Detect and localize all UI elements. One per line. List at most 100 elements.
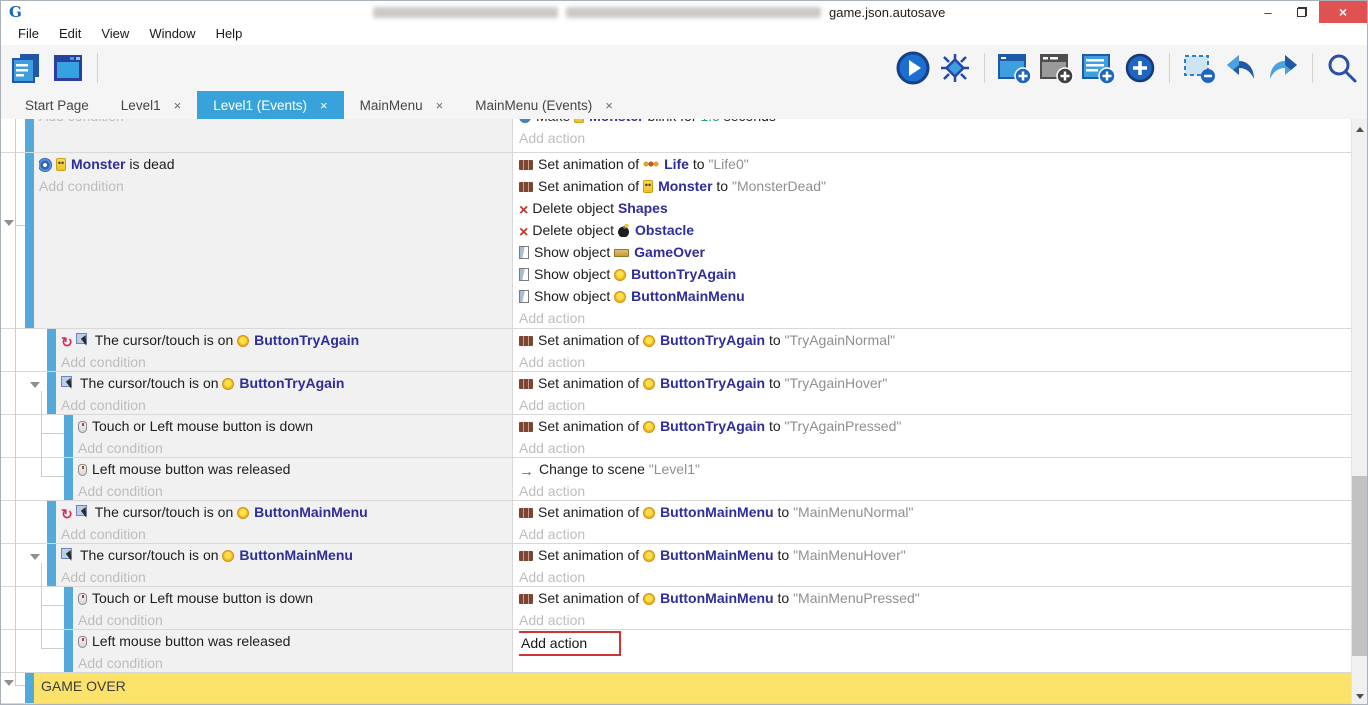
scrollbar-down-arrow[interactable] [1352, 688, 1367, 704]
selection-minus-icon[interactable] [1180, 48, 1218, 88]
tab-start-page[interactable]: Start Page [9, 91, 105, 119]
condition-line[interactable]: ↻The cursor/touch is on ButtonMainMenu [61, 501, 512, 523]
add-condition-placeholder[interactable]: Add condition [78, 609, 512, 629]
add-action-highlight-box[interactable]: Add action [519, 631, 621, 656]
action-line[interactable]: Set animation of ButtonTryAgain to "TryA… [519, 372, 1351, 394]
condition-line[interactable]: The cursor/touch is on ButtonTryAgain [61, 372, 512, 394]
add-action-placeholder[interactable]: Add action [519, 307, 1351, 328]
menu-window[interactable]: Window [139, 23, 205, 45]
action-line[interactable]: →Change to scene "Level1" [519, 458, 1351, 480]
undo-icon[interactable] [1222, 48, 1260, 88]
event-indent-bar[interactable] [64, 587, 73, 629]
add-condition-placeholder[interactable]: Add condition [61, 566, 512, 586]
add-condition-placeholder[interactable]: Add condition [39, 119, 512, 127]
condition-line[interactable]: Monster is dead [39, 153, 512, 175]
highlighted-add-action[interactable]: Add action [519, 630, 1351, 656]
menu-view[interactable]: View [91, 23, 139, 45]
action-line[interactable]: ×Delete object Obstacle [519, 219, 1351, 241]
action-line[interactable]: Set animation of ButtonTryAgain to "TryA… [519, 329, 1351, 351]
condition-line[interactable]: Touch or Left mouse button is down [78, 415, 512, 437]
event-indent-bar[interactable] [47, 501, 56, 543]
add-event-icon[interactable] [995, 48, 1033, 88]
play-icon[interactable] [894, 48, 932, 88]
coin-icon [643, 421, 655, 433]
close-button[interactable]: × [1319, 1, 1367, 23]
action-line[interactable]: Show object GameOver [519, 241, 1351, 263]
action-line[interactable]: Make Monster blink for 1.5 seconds [519, 119, 1351, 127]
event-indent-bar[interactable] [47, 329, 56, 371]
action-line[interactable]: Set animation of ButtonMainMenu to "Main… [519, 587, 1351, 609]
tab-level1[interactable]: Level1× [105, 91, 197, 119]
condition-line[interactable]: Left mouse button was released [78, 630, 512, 652]
instruction-text: to [765, 418, 784, 434]
conditions-cell: Left mouse button was releasedAdd condit… [64, 458, 512, 500]
vertical-scrollbar[interactable] [1351, 119, 1367, 705]
menu-help[interactable]: Help [206, 23, 253, 45]
add-condition-placeholder[interactable]: Add condition [78, 652, 512, 672]
event-indent-bar[interactable] [47, 544, 56, 586]
action-line[interactable]: Set animation of ButtonMainMenu to "Main… [519, 544, 1351, 566]
add-action-placeholder[interactable]: Add action [519, 394, 1351, 414]
action-line[interactable]: Show object ButtonTryAgain [519, 263, 1351, 285]
add-action-placeholder[interactable]: Add action [519, 523, 1351, 543]
action-line[interactable]: Set animation of Life to "Life0" [519, 153, 1351, 175]
add-action-placeholder[interactable]: Add action [519, 566, 1351, 586]
minimize-button[interactable]: – [1251, 1, 1285, 23]
menu-edit[interactable]: Edit [49, 23, 91, 45]
add-action-placeholder[interactable]: Add action [519, 609, 1351, 629]
tab-close-icon[interactable]: × [436, 98, 444, 113]
instruction-text: 1.5 [700, 119, 719, 124]
search-icon[interactable] [1323, 48, 1361, 88]
redo-icon[interactable] [1264, 48, 1302, 88]
add-condition-placeholder[interactable]: Add condition [61, 523, 512, 543]
action-line[interactable]: Show object ButtonMainMenu [519, 285, 1351, 307]
maximize-button[interactable] [1285, 1, 1319, 23]
tab-close-icon[interactable]: × [174, 98, 182, 113]
condition-line[interactable]: Left mouse button was released [78, 458, 512, 480]
add-action-placeholder[interactable]: Add action [519, 351, 1351, 371]
add-comment-icon[interactable] [1079, 48, 1117, 88]
tab-level1-events-[interactable]: Level1 (Events)× [197, 91, 343, 119]
add-condition-placeholder[interactable]: Add condition [78, 437, 512, 457]
event-indent-bar[interactable] [64, 630, 73, 672]
tab-mainmenu-events-[interactable]: MainMenu (Events)× [459, 91, 629, 119]
collapse-arrow-icon[interactable] [30, 554, 40, 560]
add-condition-placeholder[interactable]: Add condition [61, 351, 512, 371]
condition-line[interactable]: Touch or Left mouse button is down [78, 587, 512, 609]
event-indent-bar[interactable] [25, 153, 34, 328]
add-subevent-icon[interactable] [1037, 48, 1075, 88]
comment-text[interactable]: GAME OVER [34, 673, 1351, 703]
event-indent-bar[interactable] [64, 458, 73, 500]
scrollbar-up-arrow[interactable] [1352, 121, 1367, 137]
add-condition-placeholder[interactable]: Add condition [61, 394, 512, 414]
event-indent-bar[interactable] [47, 372, 56, 414]
debug-icon[interactable] [936, 48, 974, 88]
scene-editor-icon[interactable] [49, 48, 87, 88]
add-action-placeholder[interactable]: Add action [519, 437, 1351, 457]
collapse-arrow-icon[interactable] [4, 220, 14, 226]
tab-mainmenu[interactable]: MainMenu× [344, 91, 460, 119]
collapse-arrow-icon[interactable] [30, 382, 40, 388]
add-circle-icon[interactable] [1121, 48, 1159, 88]
tab-close-icon[interactable]: × [605, 98, 613, 113]
add-action-placeholder[interactable]: Add action [519, 480, 1351, 500]
menu-file[interactable]: File [8, 23, 49, 45]
scrollbar-thumb[interactable] [1352, 476, 1367, 656]
event-indent-bar[interactable] [64, 415, 73, 457]
action-line[interactable]: Set animation of ButtonMainMenu to "Main… [519, 501, 1351, 523]
tab-close-icon[interactable]: × [320, 98, 328, 113]
add-action-placeholder[interactable]: Add action [519, 127, 1351, 149]
tab-bar: Start PageLevel1×Level1 (Events)×MainMen… [1, 91, 1367, 119]
action-line[interactable]: ×Delete object Shapes [519, 197, 1351, 219]
condition-line[interactable]: The cursor/touch is on ButtonMainMenu [61, 544, 512, 566]
action-line[interactable]: Set animation of Monster to "MonsterDead… [519, 175, 1351, 197]
collapse-arrow-icon[interactable] [4, 680, 14, 686]
add-condition-placeholder[interactable]: Add condition [78, 480, 512, 500]
event-indent-bar[interactable] [25, 673, 34, 703]
blink-icon [519, 119, 531, 123]
project-manager-icon[interactable] [7, 48, 45, 88]
condition-line[interactable]: ↻The cursor/touch is on ButtonTryAgain [61, 329, 512, 351]
event-indent-bar[interactable] [25, 119, 34, 152]
add-condition-placeholder[interactable]: Add condition [39, 175, 512, 197]
action-line[interactable]: Set animation of ButtonTryAgain to "TryA… [519, 415, 1351, 437]
